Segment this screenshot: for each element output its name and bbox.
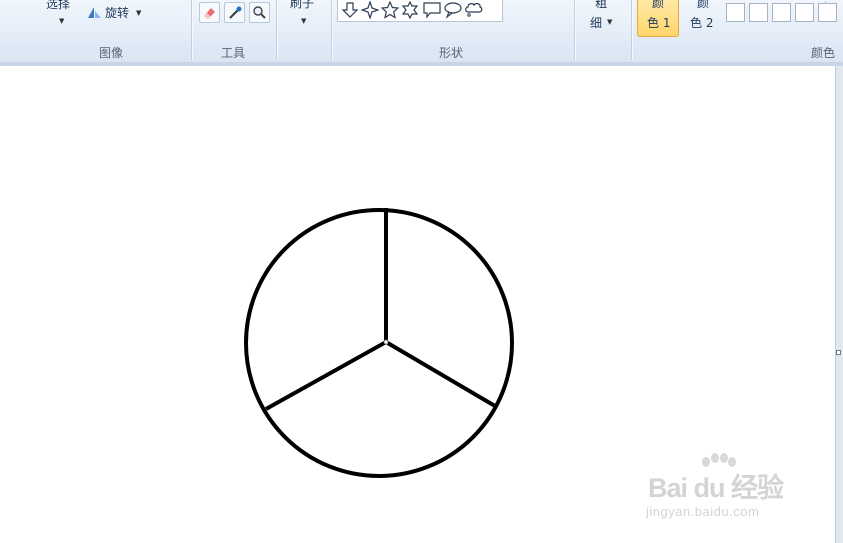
down-arrow-shape-icon[interactable]	[341, 1, 359, 19]
four-point-star-icon[interactable]	[361, 1, 379, 19]
group-divider	[276, 0, 277, 60]
size-label-top: 粗	[595, 0, 608, 10]
magnifier-icon	[253, 6, 266, 19]
chevron-down-icon: ▼	[607, 18, 613, 26]
color1-button[interactable]: 颜 色 1	[637, 0, 679, 37]
oval-callout-icon[interactable]	[443, 1, 463, 19]
shapes-gallery[interactable]: ▼	[337, 0, 839, 22]
chevron-down-icon: ▼	[59, 17, 65, 25]
size-label-bottom: 细	[590, 16, 603, 30]
magnifier-button[interactable]	[249, 2, 270, 23]
color1-label-bottom: 色 1	[647, 16, 671, 30]
color-swatch[interactable]	[818, 3, 837, 22]
drawing-canvas[interactable]	[0, 66, 835, 543]
eraser-icon	[204, 8, 215, 19]
canvas-resize-handle[interactable]	[836, 350, 841, 355]
color-picker-button[interactable]	[224, 2, 245, 23]
chevron-down-icon: ▼	[301, 17, 307, 25]
eraser-button[interactable]	[199, 2, 220, 23]
brushes-label: 刷子	[290, 0, 315, 10]
group-divider	[331, 0, 332, 60]
tools-group-label: 工具	[221, 46, 246, 60]
select-label: 选择	[46, 0, 71, 11]
divider-line-right	[384, 340, 497, 408]
color-swatch[interactable]	[772, 3, 791, 22]
divider-line-left	[265, 340, 387, 411]
cloud-callout-icon[interactable]	[464, 1, 484, 19]
color-swatch[interactable]	[749, 3, 768, 22]
six-point-star-icon[interactable]	[401, 1, 419, 19]
color2-label-bottom: 色 2	[690, 16, 714, 30]
drawing-svg	[244, 208, 514, 478]
center-point	[383, 339, 389, 345]
color-swatch[interactable]	[726, 3, 745, 22]
group-divider	[191, 0, 192, 60]
chevron-down-icon: ▼	[136, 9, 142, 17]
color2-label-top: 颜	[697, 0, 710, 10]
rect-callout-icon[interactable]	[422, 1, 442, 19]
circle-shape	[244, 208, 514, 478]
canvas-right-edge	[835, 66, 843, 543]
colors-group-label: 颜色	[811, 46, 836, 60]
group-divider	[574, 0, 575, 60]
color1-label-top: 颜	[652, 0, 665, 10]
image-group-label: 图像	[99, 46, 124, 60]
rotate-icon	[88, 7, 101, 18]
ribbon: 选择 ▼ 旋转 ▼ 图像 工具 刷子 ▼ 形状 粗 细 ▼ 颜 色 1 颜 色 …	[0, 0, 843, 67]
group-divider	[631, 0, 632, 60]
color-picker-icon	[229, 6, 242, 19]
shapes-group-label: 形状	[439, 46, 464, 60]
five-point-star-icon[interactable]	[381, 1, 399, 19]
rotate-label: 旋转	[105, 6, 130, 20]
color-swatch[interactable]	[795, 3, 814, 22]
